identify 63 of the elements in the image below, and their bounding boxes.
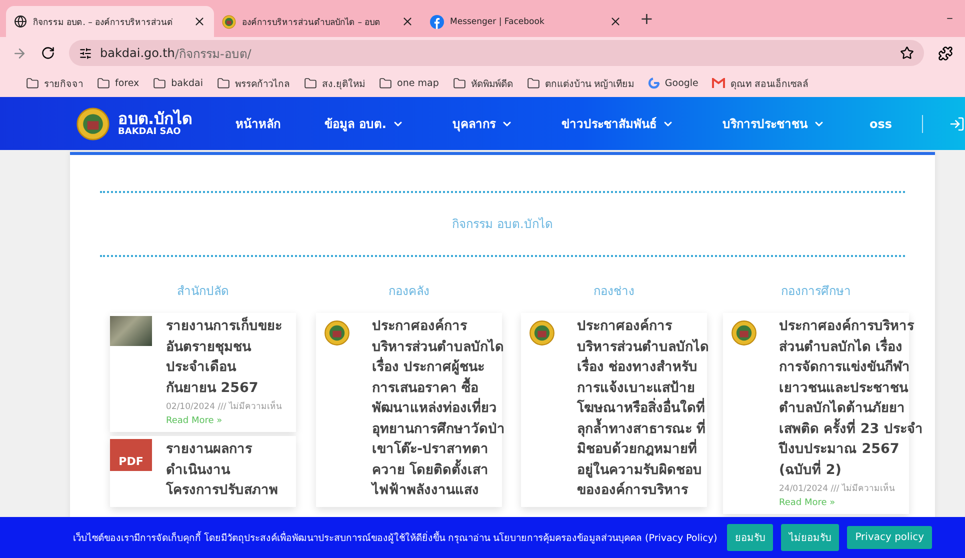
- new-tab-button[interactable]: +: [630, 9, 664, 28]
- bookmark[interactable]: forex: [97, 76, 140, 90]
- post-title[interactable]: ประกาศองค์การ บริหารส่วนตำบลบักได เรื่อง ประกาศผู้ชนะ การเสนอราคา ซื้อ พัฒนาแหล่งท่องเที่ยว อุทยานการศึกษาวัดป่า เขาโต๊ะ-ปราสาทตา ควาย โดยติดตั้งเสา ไฟฟ้าพลังงานแสง: [372, 316, 505, 500]
- close-icon[interactable]: [401, 15, 414, 28]
- bookmark[interactable]: รายกิจจา: [26, 76, 83, 90]
- seal-icon: [222, 14, 236, 28]
- post-meta: 02/10/2024 /// ไม่มีความเห็น: [166, 400, 282, 413]
- folder-icon: [304, 76, 318, 90]
- close-icon[interactable]: [609, 15, 622, 28]
- post-meta: 24/01/2024 /// ไม่มีความเห็น: [779, 482, 896, 495]
- google-icon: [648, 77, 660, 89]
- logo-subtitle: BAKDAI SAO: [118, 127, 182, 137]
- forward-icon[interactable]: [12, 46, 27, 60]
- address-bar[interactable]: bakdai.go.th/กิจกรรม-อบต/: [69, 40, 924, 66]
- logo-title: อบต.บักได: [118, 110, 192, 127]
- reload-icon[interactable]: [41, 46, 55, 60]
- cookie-message: เว็บไซต์ของเรามีการจัดเก็บคุกกี้ โดยมีวัตถุประสงค์เพื่อพัฒนาประสบการณ์ของผู้ใช้ให้ดียิ่งขึ้น กรุณาอ่าน นโยบายการคุ้มครองข้อมูลส่วนบุคคล (Privacy Policy): [72, 530, 718, 545]
- bookmark[interactable]: สง.ยุติใหม่: [304, 76, 366, 90]
- browser-tab[interactable]: องค์การบริหารส่วนตำบลบักได – อบต: [214, 6, 422, 37]
- column-heading: สำนักปลัด: [177, 283, 229, 300]
- column-heading: กองการศึกษา: [781, 283, 851, 300]
- bookmark[interactable]: หัดพิมพ์ดีด: [452, 76, 513, 90]
- photo-placeholder: [110, 316, 152, 346]
- bookmark-star-icon[interactable]: [900, 46, 914, 60]
- bookmark[interactable]: one map: [379, 76, 439, 90]
- close-icon[interactable]: [193, 15, 206, 28]
- mail-icon: [712, 78, 726, 88]
- nav-link[interactable]: บุคลากร: [428, 114, 538, 133]
- globe-icon: [14, 15, 27, 28]
- column-heading: กองคลัง: [388, 283, 430, 300]
- seal-icon: [324, 320, 350, 346]
- folder-icon: [379, 76, 392, 90]
- facebook-icon: [430, 14, 444, 28]
- post-title[interactable]: ประกาศองค์การบริหาร ส่วนตำบลบักได เรื่อง การจัดการแข่งขันกีฬา เยาวชนและประชาชน ตำบลบักไดต้านภัยยา เสพติด ครั้งที่ 23 ประจำ ปีงบประมาณ 2567 (ฉบับที่ 2): [779, 316, 923, 480]
- nav-link[interactable]: บริการประชาชน: [698, 114, 850, 133]
- post-title[interactable]: ประกาศองค์การ บริหารส่วนตำบลบักได เรื่อง ช่องทางสำหรับ การแจ้งเบาะแสป้าย โฆษณาหรือสิ่งอื่นใดที่ ลุกล้ำทางสาธารณะ ที่ มิชอบด้วยกฎหมายที่ อยู่ในความรับผิดชอบ ขององค์การบริหาร: [577, 316, 709, 500]
- section-title: กิจกรรม อบต.บักได: [451, 216, 554, 233]
- seal-icon: [731, 320, 757, 346]
- folder-icon: [452, 76, 466, 90]
- extensions-icon[interactable]: [938, 46, 953, 60]
- minimize-button[interactable]: –: [936, 11, 965, 26]
- column-heading: กองช่าง: [594, 283, 634, 300]
- pdf-thumbnail: PDF: [110, 439, 152, 471]
- post-title[interactable]: รายงานผลการ ดำเนินงาน โครงการปรับสภาพ: [166, 439, 278, 500]
- bookmark[interactable]: ดุณท สอนเอ็กเซลล์: [712, 76, 808, 90]
- seal-icon: [529, 320, 555, 346]
- bookmark[interactable]: bakdai: [153, 76, 204, 90]
- bookmark[interactable]: Google: [648, 77, 698, 89]
- post-title[interactable]: รายงานการเก็บขยะ อันตรายชุมชน ประจำเดือน กันยายน 2567: [166, 316, 282, 398]
- nav-link[interactable]: ข้อมูล อบต.: [300, 114, 428, 133]
- nav-link[interactable]: หน้าหลัก: [216, 114, 301, 133]
- folder-icon: [26, 76, 39, 90]
- folder-icon: [153, 76, 166, 90]
- browser-tab[interactable]: Messenger | Facebook: [422, 6, 630, 37]
- site-settings-icon[interactable]: [79, 46, 92, 60]
- browser-tab[interactable]: กิจกรรม อบต. – องค์การบริหารส่วนต่: [6, 6, 214, 37]
- bookmark[interactable]: พรรคก้าวไกล: [217, 76, 290, 90]
- bookmark[interactable]: ตกแต่งบ้าน หญ้าเทียม: [526, 76, 634, 90]
- folder-icon: [526, 76, 540, 90]
- nav-link[interactable]: ข่าวประชาสัมพันธ์: [537, 114, 698, 133]
- folder-icon: [217, 76, 230, 90]
- seal-icon: [76, 106, 110, 140]
- folder-icon: [97, 76, 110, 90]
